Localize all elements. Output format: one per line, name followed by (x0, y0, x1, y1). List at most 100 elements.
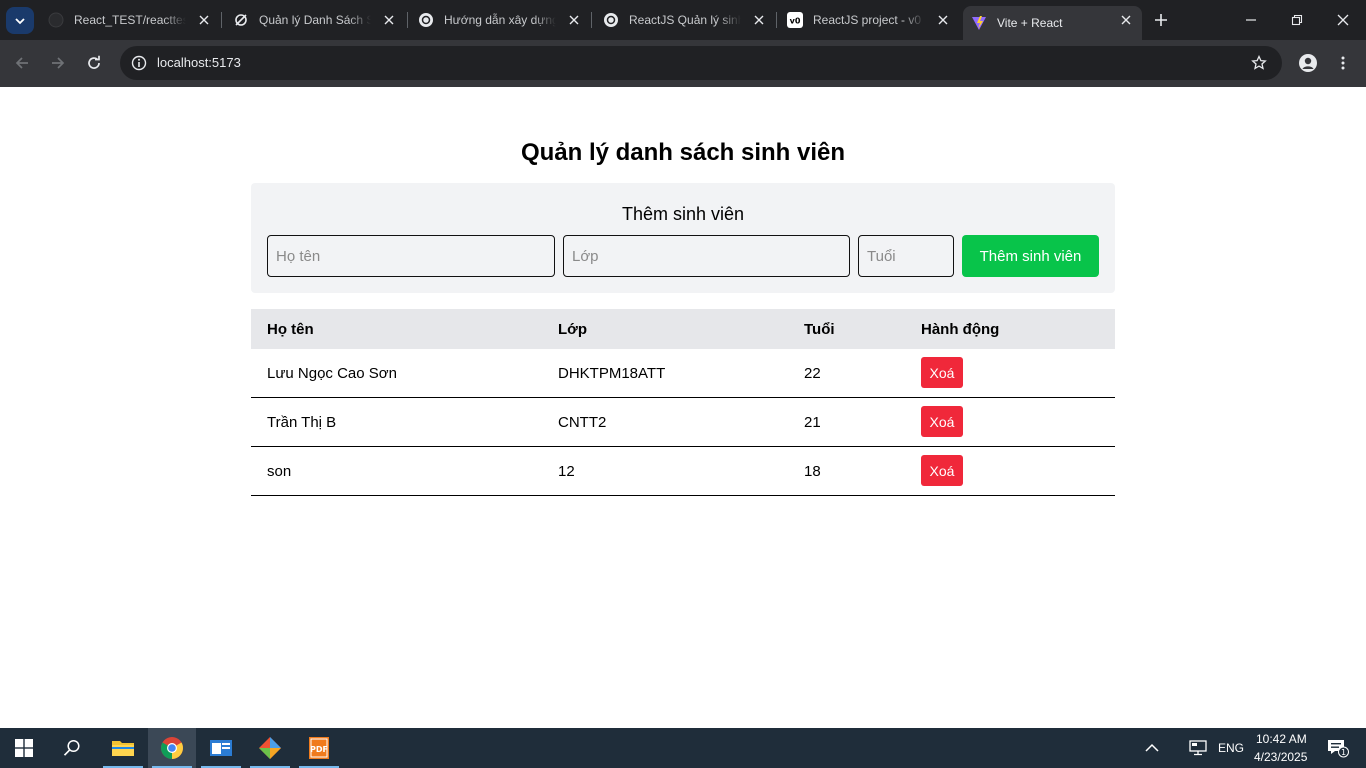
browser-menu-button[interactable] (1331, 51, 1355, 75)
header-age: Tuổi (804, 321, 835, 338)
class-input[interactable] (563, 235, 850, 277)
bookmark-star-icon[interactable] (1250, 54, 1268, 72)
close-tab-icon[interactable] (935, 12, 951, 28)
taskbar-pdf-app[interactable]: PDF (295, 728, 343, 768)
cell-name: Lưu Ngọc Cao Sơn (267, 365, 397, 382)
svg-text:PDF: PDF (310, 745, 328, 754)
address-bar[interactable]: localhost:5173 (120, 46, 1282, 80)
chatgpt-icon (418, 12, 434, 28)
start-button[interactable] (0, 728, 48, 768)
chatgpt-icon (603, 12, 619, 28)
taskbar-git-app[interactable] (246, 728, 294, 768)
tab-separator (776, 12, 777, 28)
plus-icon (1155, 14, 1167, 26)
tab-vite-react[interactable]: Vite + React (963, 6, 1142, 40)
notification-icon: 1 (1328, 740, 1349, 758)
close-window-button[interactable] (1320, 0, 1366, 40)
clock-time[interactable]: 10:42 AM (1256, 732, 1307, 746)
cell-name: Trần Thị B (267, 414, 337, 431)
close-icon (1337, 14, 1349, 26)
table-row: Lưu Ngọc Cao Sơn DHKTPM18ATT 22 Xoá (251, 349, 1115, 398)
search-icon (63, 739, 80, 756)
close-tab-icon[interactable] (1118, 12, 1134, 28)
tab-separator (407, 12, 408, 28)
tab-title: ReactJS Quản lý sinh viên (629, 13, 741, 27)
action-center-button[interactable]: 1 (1318, 728, 1358, 768)
tab-chatgpt-1[interactable]: Hướng dẫn xây dựng ứng dụng (410, 6, 590, 34)
cell-class: 12 (558, 463, 575, 480)
delete-button[interactable]: Xoá (921, 357, 963, 388)
app-window-icon (210, 740, 232, 756)
git-icon (259, 737, 281, 759)
show-hidden-icons-button[interactable] (1129, 728, 1175, 768)
more-vertical-icon (1341, 56, 1345, 70)
close-tab-icon[interactable] (751, 12, 767, 28)
cell-class: CNTT2 (558, 414, 607, 431)
cell-class: DHKTPM18ATT (558, 365, 666, 382)
tab-v0[interactable]: v0 ReactJS project - v0 by Vercel (779, 6, 959, 34)
tab-search-button[interactable] (6, 7, 34, 34)
github-icon (48, 12, 64, 28)
restore-button[interactable] (1274, 0, 1320, 40)
age-input[interactable] (858, 235, 954, 277)
browser-toolbar: localhost:5173 (0, 40, 1366, 87)
network-button[interactable] (1178, 728, 1218, 768)
pdf-icon: PDF (309, 737, 329, 759)
form-title: Thêm sinh viên (621, 204, 745, 224)
restore-icon (1291, 14, 1303, 26)
svg-text:v0: v0 (790, 17, 801, 26)
browser-tab-strip: React_TEST/reacttest at main Quản lý Dan… (0, 0, 1366, 40)
taskbar-app-window[interactable] (197, 728, 245, 768)
windows-taskbar: PDF ENG 10:42 AM 4/23/2025 1 (0, 728, 1366, 768)
minimize-button[interactable] (1228, 0, 1274, 40)
header-action: Hành động (921, 321, 1000, 338)
tab-perplexity[interactable]: Quản lý Danh Sách Sinh Viên (225, 6, 405, 34)
student-table: Họ tên Lớp Tuổi Hành động Lưu Ngọc Cao S… (251, 309, 1115, 496)
cell-age: 18 (804, 463, 821, 480)
add-student-button[interactable]: Thêm sinh viên (962, 235, 1099, 277)
tab-separator (591, 12, 592, 28)
cell-name: son (267, 463, 292, 480)
taskbar-search-button[interactable] (48, 728, 96, 768)
forward-button[interactable] (46, 51, 70, 75)
header-name: Họ tên (267, 321, 314, 338)
clock-date[interactable]: 4/23/2025 (1254, 750, 1307, 764)
name-input[interactable] (267, 235, 555, 277)
perplexity-icon (233, 12, 249, 28)
chrome-icon (161, 737, 183, 759)
profile-button[interactable] (1296, 51, 1320, 75)
chevron-down-icon (15, 17, 25, 24)
delete-button[interactable]: Xoá (921, 455, 963, 486)
v0-icon: v0 (787, 12, 803, 28)
close-tab-icon[interactable] (381, 12, 397, 28)
close-tab-icon[interactable] (566, 12, 582, 28)
reload-icon (88, 55, 100, 69)
tab-title: Vite + React (997, 16, 1063, 30)
reload-button[interactable] (82, 51, 106, 75)
taskbar-file-explorer[interactable] (99, 728, 147, 768)
table-row: son 12 18 Xoá (251, 447, 1115, 496)
chevron-up-icon (1145, 743, 1159, 752)
site-info-icon[interactable] (130, 54, 148, 72)
new-tab-button[interactable] (1150, 9, 1172, 31)
delete-button[interactable]: Xoá (921, 406, 963, 437)
vite-icon (971, 15, 987, 31)
header-class: Lớp (558, 321, 587, 338)
cell-age: 21 (804, 414, 821, 431)
back-button[interactable] (10, 51, 34, 75)
table-header: Họ tên Lớp Tuổi Hành động (251, 309, 1115, 349)
arrow-left-icon (15, 57, 28, 69)
tab-chatgpt-2[interactable]: ReactJS Quản lý sinh viên (595, 6, 775, 34)
close-tab-icon[interactable] (196, 12, 212, 28)
language-indicator[interactable]: ENG (1218, 741, 1244, 755)
network-icon (1189, 740, 1207, 756)
arrow-right-icon (52, 57, 65, 69)
notification-count: 1 (1341, 748, 1346, 757)
tab-github[interactable]: React_TEST/reacttest at main (40, 6, 220, 34)
tab-title: ReactJS project - v0 by Vercel (813, 13, 925, 27)
tab-title: React_TEST/reacttest at main (74, 13, 186, 27)
add-student-form: Thêm sinh viên Thêm sinh viên (251, 183, 1115, 293)
tab-title: Quản lý Danh Sách Sinh Viên (259, 13, 371, 27)
windows-logo-icon (15, 739, 33, 757)
taskbar-chrome[interactable] (148, 728, 196, 768)
